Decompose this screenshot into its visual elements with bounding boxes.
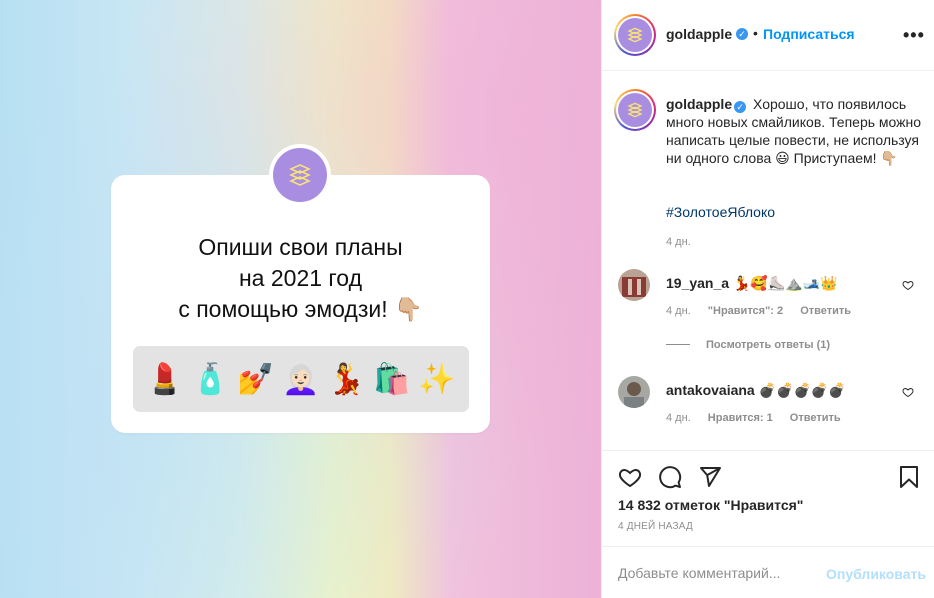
post-timestamp: 4 ДНЕЙ НАЗАД	[618, 521, 693, 532]
goldapple-logo-icon	[618, 93, 652, 127]
commenter-avatar[interactable]	[618, 269, 650, 301]
more-options-icon[interactable]: •••	[903, 25, 925, 46]
comment-text: 💣💣💣💣💣	[758, 382, 846, 398]
post-actions-bar	[602, 450, 934, 495]
header-username[interactable]: goldapple	[666, 26, 732, 42]
goldapple-logo-icon	[618, 18, 652, 52]
add-comment-form: Опубликовать	[602, 546, 934, 598]
comment-time: 4 дн.	[666, 412, 691, 424]
comment-content: 19_yan_a 💃🥰⛸️⛰️🎿👑	[666, 275, 838, 292]
shopping-bags-emoji: 🛍️	[373, 362, 411, 396]
heart-icon[interactable]	[618, 465, 642, 489]
view-replies-button[interactable]: Посмотреть ответы (1)	[666, 339, 830, 351]
caption-avatar[interactable]	[614, 89, 656, 131]
story-brand-logo	[269, 144, 331, 206]
post-side-panel: goldapple ✓ • Подписаться ••• goldapple ✓…	[601, 0, 934, 598]
comment-meta: 4 дн. "Нравится": 2 Ответить	[666, 305, 865, 317]
comment-item: 19_yan_a 💃🥰⛸️⛰️🎿👑 4 дн. "Нравится": 2 От…	[602, 269, 934, 329]
sparkles-emoji: ✨	[418, 362, 456, 396]
comment-like-heart-icon[interactable]	[902, 279, 914, 291]
separator-dot: •	[753, 25, 758, 41]
question-line-1: Опиши свои планы	[198, 234, 403, 260]
share-icon[interactable]	[698, 465, 722, 489]
post-image[interactable]: Опиши свои планы на 2021 год с помощью э…	[0, 0, 601, 598]
comment-time: 4 дн.	[666, 305, 691, 317]
caption-username[interactable]: goldapple	[666, 96, 732, 112]
question-line-2: на 2021 год	[238, 265, 363, 291]
follow-button[interactable]: Подписаться	[763, 26, 855, 42]
instagram-post: Опиши свои планы на 2021 год с помощью э…	[0, 0, 934, 598]
caption-timestamp: 4 дн.	[666, 236, 691, 248]
post-caption: goldapple ✓ Хорошо, что появилось много н…	[666, 95, 926, 167]
comment-input[interactable]	[618, 562, 818, 584]
question-line-3: с помощью эмодзи! 👇🏼	[178, 296, 423, 322]
likes-count[interactable]: 14 832 отметок "Нравится"	[618, 497, 803, 513]
comment-text: 💃🥰⛸️⛰️🎿👑	[732, 275, 838, 291]
dancer-emoji: 💃	[327, 362, 366, 396]
hashtag-link[interactable]: #ЗолотоеЯблоко	[666, 204, 775, 220]
post-header: goldapple ✓ • Подписаться •••	[602, 0, 934, 71]
comment-likes[interactable]: Нравится: 1	[708, 412, 773, 424]
comment-likes[interactable]: "Нравится": 2	[708, 305, 783, 317]
reply-button[interactable]: Ответить	[790, 412, 841, 424]
comment-item: antakovaiana 💣💣💣💣💣 4 дн. Нравится: 1 Отв…	[602, 376, 934, 436]
nail-polish-emoji: 💅	[236, 362, 275, 396]
story-question-card: Опиши свои планы на 2021 год с помощью э…	[111, 175, 490, 433]
woman-emoji: 👩🏻‍🦳	[282, 362, 320, 396]
goldapple-logo-icon	[273, 148, 327, 202]
comment-like-heart-icon[interactable]	[902, 386, 914, 398]
bookmark-icon[interactable]	[897, 465, 921, 489]
commenter-username[interactable]: antakovaiana	[666, 382, 755, 398]
view-replies-label: Посмотреть ответы (1)	[706, 339, 831, 351]
comment-icon[interactable]	[658, 465, 682, 489]
lipstick-emoji: 💄	[146, 362, 184, 396]
comment-content: antakovaiana 💣💣💣💣💣	[666, 382, 846, 399]
commenter-username[interactable]: 19_yan_a	[666, 275, 729, 291]
replies-line	[666, 344, 690, 345]
verified-badge-icon: ✓	[734, 101, 747, 113]
lotion-emoji: 🧴	[191, 362, 229, 396]
comments-section[interactable]: goldapple ✓ Хорошо, что появилось много н…	[602, 71, 934, 450]
verified-badge-icon: ✓	[736, 28, 748, 40]
header-avatar[interactable]	[614, 14, 656, 56]
reply-button[interactable]: Ответить	[800, 305, 851, 317]
comment-meta: 4 дн. Нравится: 1 Ответить	[666, 412, 855, 424]
commenter-avatar[interactable]	[618, 376, 650, 408]
emoji-answer-bar: 💄 🧴 💅 👩🏻‍🦳 💃 🛍️ ✨	[133, 346, 469, 412]
story-question-text: Опиши свои планы на 2021 год с помощью э…	[111, 232, 490, 325]
publish-button[interactable]: Опубликовать	[826, 566, 926, 582]
